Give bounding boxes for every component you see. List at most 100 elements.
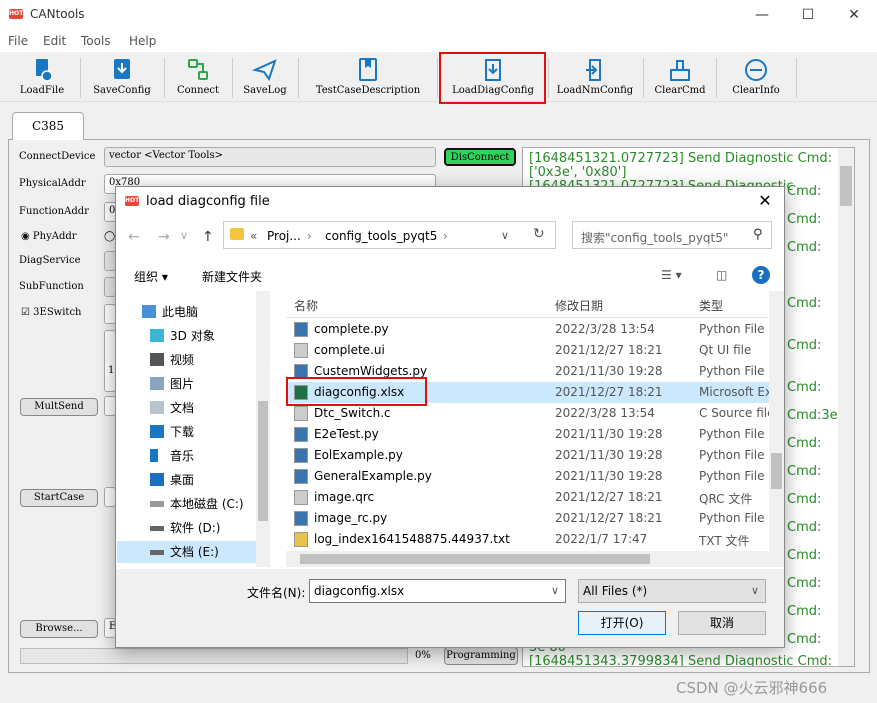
file-date: 2021/11/30 19:28 [555, 364, 663, 378]
history-dropdown-icon[interactable]: ∨ [180, 229, 188, 242]
nav-downloads[interactable]: 下载 [150, 421, 290, 443]
address-bar[interactable]: « Proj... › config_tools_pyqt5 › ∨ ↻ [223, 221, 556, 249]
filename-input[interactable]: diagconfig.xlsx ∨ [309, 579, 566, 603]
load-nm-config-button[interactable]: LoadNmConfig [553, 56, 637, 100]
file-row[interactable]: image.qrc 2021/12/27 18:21 QRC 文件 [286, 487, 769, 508]
search-icon[interactable]: ⚲ [753, 227, 763, 242]
column-date[interactable]: 修改日期 [555, 297, 603, 314]
file-date: 2021/11/30 19:28 [555, 427, 663, 441]
file-row[interactable]: GeneralExample.py 2021/11/30 19:28 Python … [286, 466, 769, 487]
menu-file[interactable]: File [8, 34, 28, 48]
preview-pane-icon[interactable]: ◫ [716, 268, 727, 282]
filter-dropdown-icon: ∨ [750, 584, 759, 597]
disconnect-button[interactable]: DisConnect [444, 148, 516, 166]
connect-button[interactable]: Connect [170, 56, 226, 100]
close-button[interactable]: ✕ [831, 0, 877, 30]
log-line: Cmd: [787, 632, 822, 647]
nav-scrollbar[interactable] [256, 291, 270, 567]
filename-dropdown-icon[interactable]: ∨ [551, 584, 559, 597]
address-dropdown-icon[interactable]: ∨ [501, 229, 509, 242]
file-type: Python File [699, 322, 765, 336]
three-e-switch-checkbox[interactable]: ☑ 3ESwitch [21, 307, 82, 318]
window-title: CANtools [30, 7, 85, 21]
file-date: 2022/3/28 13:54 [555, 322, 655, 336]
back-arrow-icon[interactable]: ← [128, 229, 140, 245]
file-date: 2022/1/7 17:47 [555, 532, 648, 546]
func-addr-radio[interactable]: ◯ [104, 231, 115, 242]
log-line: [1648451343.3799834] Send Diagnostic Cmd… [529, 654, 833, 667]
file-date: 2021/12/27 18:21 [555, 490, 663, 504]
ui-file-icon [294, 343, 308, 358]
file-row[interactable]: complete.ui 2021/12/27 18:21 Qt UI file [286, 340, 769, 361]
refresh-icon[interactable]: ↻ [533, 226, 545, 242]
file-row[interactable]: EolExample.py 2021/11/30 19:28 Python File [286, 445, 769, 466]
nav-drive-e[interactable]: 文档 (E:) [117, 541, 257, 563]
nav-drive-c[interactable]: 本地磁盘 (C:) [150, 493, 290, 515]
mult-send-button[interactable]: MultSend [20, 398, 98, 416]
physical-addr-label: PhysicalAddr [19, 178, 86, 189]
save-log-button[interactable]: SaveLog [238, 56, 292, 100]
breadcrumb-overflow[interactable]: « [250, 229, 257, 243]
file-type-filter[interactable]: All Files (*) ∨ [578, 579, 766, 603]
menu-tools[interactable]: Tools [81, 34, 111, 48]
file-row[interactable]: E2eTest.py 2021/11/30 19:28 Python File [286, 424, 769, 445]
nav-documents[interactable]: 文档 [150, 397, 290, 419]
txt-file-icon [294, 532, 308, 547]
cancel-button[interactable]: 取消 [678, 611, 766, 635]
document-icon [150, 401, 164, 414]
menu-edit[interactable]: Edit [43, 34, 66, 48]
search-input[interactable]: 搜索"config_tools_pyqt5" ⚲ [572, 221, 772, 249]
log-scroll-thumb[interactable] [840, 166, 852, 206]
clear-info-button[interactable]: ClearInfo [722, 56, 790, 100]
clear-cmd-button[interactable]: ClearCmd [650, 56, 710, 100]
menu-help[interactable]: Help [129, 34, 156, 48]
cube-icon [150, 329, 164, 342]
file-row[interactable]: complete.py 2022/3/28 13:54 Python File [286, 319, 769, 340]
file-list-hscroll-thumb[interactable] [300, 554, 650, 564]
view-options-icon[interactable]: ☰ ▾ [661, 268, 682, 282]
log-line: Cmd: [787, 184, 822, 199]
file-row[interactable]: Dtc_Switch.c 2022/3/28 13:54 C Source file [286, 403, 769, 424]
nav-pictures[interactable]: 图片 [150, 373, 290, 395]
phy-addr-radio[interactable]: ◉ PhyAddr [21, 231, 77, 242]
programming-button[interactable]: Programming [444, 647, 518, 665]
breadcrumb-config-tools[interactable]: config_tools_pyqt5 [325, 229, 437, 243]
organize-button[interactable]: 组织 ▾ [134, 268, 168, 285]
load-diagconfig-dialog: HOT load diagconfig file ✕ ← → ∨ ↑ « Pro… [115, 186, 785, 648]
help-icon[interactable]: ? [752, 266, 770, 284]
column-name[interactable]: 名称 [294, 297, 318, 314]
load-file-button[interactable]: LoadFile [14, 56, 70, 100]
breadcrumb-proj[interactable]: Proj... [267, 229, 301, 243]
up-arrow-icon[interactable]: ↑ [202, 229, 214, 245]
save-config-button[interactable]: SaveConfig [86, 56, 158, 100]
browse-button[interactable]: Browse... [20, 620, 98, 638]
nav-3d-objects[interactable]: 3D 对象 [150, 325, 290, 347]
save-config-icon [114, 59, 130, 79]
forward-arrow-icon[interactable]: → [158, 229, 170, 245]
test-case-description-button[interactable]: TestCaseDescription [305, 56, 431, 100]
nav-videos[interactable]: 视频 [150, 349, 290, 371]
nav-drive-d[interactable]: 软件 (D:) [150, 517, 290, 539]
nav-music[interactable]: 音乐 [150, 445, 290, 467]
file-type: Python File [699, 364, 765, 378]
column-type[interactable]: 类型 [699, 297, 723, 314]
file-list-vscrollbar[interactable] [769, 291, 784, 567]
nav-desktop[interactable]: 桌面 [150, 469, 290, 491]
connect-device-select[interactable]: vector <Vector Tools> [104, 147, 436, 167]
progress-bar [20, 648, 408, 664]
file-row[interactable]: log_index1641548875.44937.txt 2022/1/7 17… [286, 529, 769, 550]
new-folder-button[interactable]: 新建文件夹 [202, 268, 262, 285]
log-scrollbar[interactable] [838, 148, 854, 666]
open-button[interactable]: 打开(O) [578, 611, 666, 635]
tab-c385[interactable]: C385 [12, 112, 84, 140]
nav-scroll-thumb[interactable] [258, 401, 268, 521]
log-line: Cmd: [787, 520, 822, 535]
minimize-button[interactable]: — [739, 0, 785, 30]
file-row[interactable]: image_rc.py 2021/12/27 18:21 Python File [286, 508, 769, 529]
video-icon [150, 353, 164, 366]
maximize-button[interactable]: ☐ [785, 0, 831, 30]
file-list-vscroll-thumb[interactable] [771, 453, 782, 489]
start-case-button[interactable]: StartCase [20, 489, 98, 507]
dialog-close-button[interactable]: ✕ [754, 190, 776, 212]
file-list-hscrollbar[interactable] [286, 551, 769, 567]
